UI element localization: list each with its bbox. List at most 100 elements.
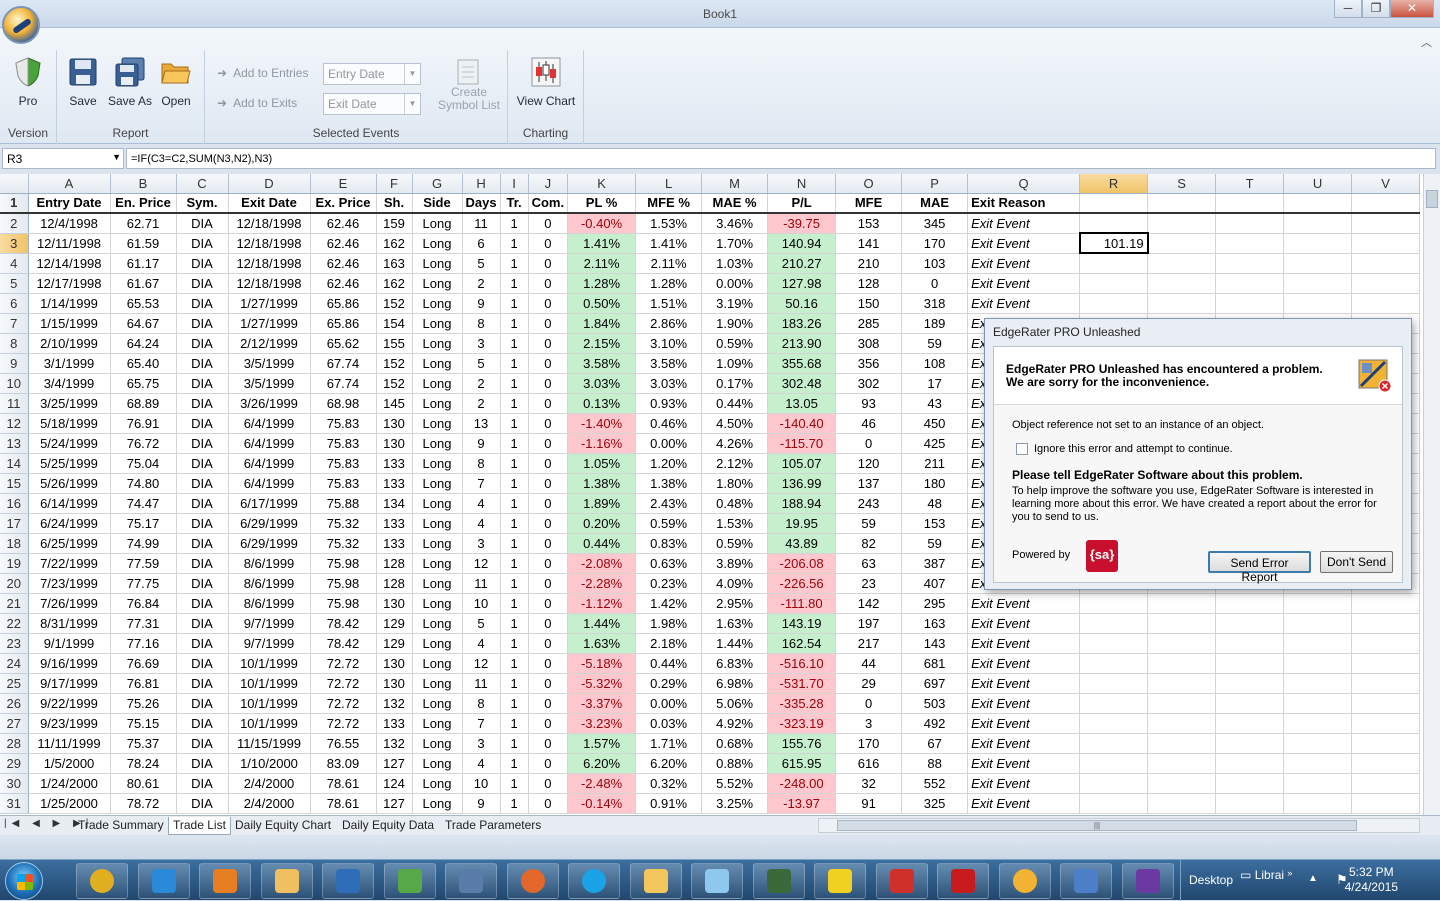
cell[interactable]: -2.48% — [567, 773, 637, 794]
close-button[interactable]: ✕ — [1390, 0, 1434, 18]
cell[interactable]: 1.38% — [567, 473, 637, 494]
cell[interactable]: 13 — [462, 413, 501, 434]
cell[interactable]: 152 — [376, 373, 413, 394]
cell[interactable] — [1351, 693, 1421, 714]
cell[interactable]: -115.70 — [767, 433, 837, 454]
cell[interactable]: 2.11% — [567, 253, 637, 274]
cell[interactable]: 0.59% — [701, 333, 769, 354]
cell[interactable]: 5/18/1999 — [28, 413, 111, 434]
taskbar-app-file-explorer[interactable] — [629, 863, 682, 899]
row-header[interactable]: 24 — [0, 653, 29, 674]
cell[interactable]: 302 — [835, 373, 903, 394]
cell[interactable]: 1.28% — [567, 273, 637, 294]
cell[interactable]: DIA — [176, 433, 229, 454]
cell[interactable]: 6/29/1999 — [228, 533, 311, 554]
cell[interactable]: 0 — [528, 293, 569, 314]
application-orb-button[interactable] — [2, 6, 40, 44]
cell[interactable]: 128 — [376, 573, 413, 594]
cell[interactable] — [1215, 593, 1285, 614]
cell[interactable]: 0 — [528, 713, 569, 734]
column-header[interactable]: V — [1351, 174, 1421, 194]
cell[interactable]: 0 — [528, 473, 569, 494]
cell[interactable]: 7/23/1999 — [28, 573, 111, 594]
cell[interactable]: 59 — [835, 513, 903, 534]
cell[interactable]: 0 — [528, 413, 569, 434]
cell[interactable]: 61.17 — [110, 253, 177, 274]
cell[interactable]: 407 — [901, 573, 969, 594]
cell[interactable]: 5 — [462, 253, 501, 274]
cell[interactable]: Long — [412, 573, 463, 594]
cell[interactable]: 0 — [528, 333, 569, 354]
cell[interactable] — [1147, 693, 1217, 714]
cell[interactable]: 76.81 — [110, 673, 177, 694]
cell[interactable]: 189 — [901, 313, 969, 334]
cell[interactable]: 308 — [835, 333, 903, 354]
checkbox-box[interactable] — [1016, 443, 1028, 455]
cell[interactable]: -1.12% — [567, 593, 637, 614]
cell[interactable]: 133 — [376, 453, 413, 474]
column-header[interactable]: F — [376, 174, 413, 194]
row-header[interactable]: 5 — [0, 273, 29, 294]
cell[interactable] — [1079, 253, 1149, 274]
cell[interactable]: 2 — [462, 393, 501, 414]
cell[interactable]: 170 — [901, 233, 969, 254]
cell[interactable]: 77.16 — [110, 633, 177, 654]
cell[interactable] — [1079, 733, 1149, 754]
cell[interactable]: Exit Event — [967, 653, 1081, 674]
cell[interactable]: 77.75 — [110, 573, 177, 594]
cell[interactable] — [1215, 793, 1285, 814]
cell[interactable]: 62.46 — [310, 253, 377, 274]
cell[interactable]: 8 — [462, 313, 501, 334]
cell[interactable]: 0.88% — [701, 753, 769, 774]
cell[interactable]: 72.72 — [310, 673, 377, 694]
cell[interactable]: Long — [412, 653, 463, 674]
cell[interactable]: 0 — [528, 313, 569, 334]
column-label[interactable]: MAE — [901, 193, 969, 214]
cell[interactable]: 302.48 — [767, 373, 837, 394]
cell[interactable] — [1215, 733, 1285, 754]
cell[interactable]: 1.53% — [635, 213, 703, 234]
cell[interactable]: 78.24 — [110, 753, 177, 774]
cell[interactable]: 75.15 — [110, 713, 177, 734]
entry-date-combo[interactable]: Entry Date ▼ — [323, 63, 421, 85]
row-header[interactable]: 3 — [0, 233, 29, 254]
cell[interactable] — [1147, 213, 1217, 234]
cell[interactable]: 133 — [376, 713, 413, 734]
cell[interactable]: Long — [412, 233, 463, 254]
column-header[interactable]: T — [1215, 174, 1285, 194]
cell[interactable]: 12/18/1998 — [228, 233, 311, 254]
cell[interactable]: -206.08 — [767, 553, 837, 574]
cell[interactable] — [1079, 793, 1149, 814]
cell[interactable] — [1147, 293, 1217, 314]
cell[interactable]: 48 — [901, 493, 969, 514]
cell[interactable]: Exit Event — [967, 633, 1081, 654]
column-header[interactable]: L — [635, 174, 703, 194]
row-header[interactable]: 18 — [0, 533, 29, 554]
cell[interactable] — [1147, 733, 1217, 754]
cell[interactable]: 4.50% — [701, 413, 769, 434]
cell[interactable]: 130 — [376, 433, 413, 454]
cell[interactable]: DIA — [176, 473, 229, 494]
cell[interactable]: 325 — [901, 793, 969, 814]
cell[interactable]: 65.86 — [310, 293, 377, 314]
cell[interactable]: 130 — [376, 413, 413, 434]
cell[interactable] — [1147, 593, 1217, 614]
cell[interactable]: 132 — [376, 733, 413, 754]
cell[interactable] — [1351, 273, 1421, 294]
cell[interactable]: 425 — [901, 433, 969, 454]
taskbar-app-security[interactable] — [383, 863, 436, 899]
cell[interactable]: 217 — [835, 633, 903, 654]
cell[interactable]: 10 — [462, 773, 501, 794]
cell[interactable]: 74.47 — [110, 493, 177, 514]
cell[interactable]: -111.80 — [767, 593, 837, 614]
cell[interactable]: 78.61 — [310, 793, 377, 814]
cell[interactable]: 29 — [835, 673, 903, 694]
cell[interactable]: 1.63% — [701, 613, 769, 634]
name-box[interactable]: R3 ▼ — [2, 148, 124, 169]
cell[interactable] — [1079, 773, 1149, 794]
cell[interactable]: 180 — [901, 473, 969, 494]
save-button[interactable]: Save — [65, 56, 101, 108]
cell[interactable]: 0 — [901, 273, 969, 294]
cell[interactable]: 8/31/1999 — [28, 613, 111, 634]
cell[interactable] — [1079, 213, 1149, 234]
